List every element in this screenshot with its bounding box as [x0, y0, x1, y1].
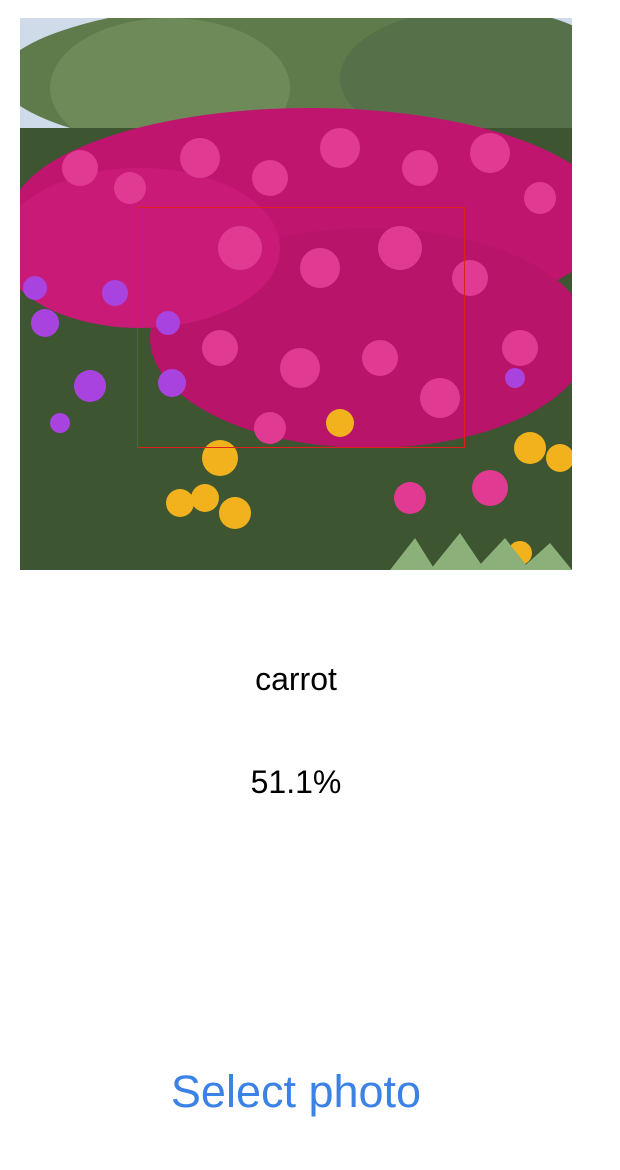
- result-photo: [20, 18, 572, 570]
- detection-bounding-box: [137, 207, 465, 448]
- prediction-class-label: carrot: [255, 661, 337, 697]
- prediction-confidence-label: 51.1%: [250, 764, 342, 800]
- select-photo-button[interactable]: Select photo: [96, 1062, 496, 1122]
